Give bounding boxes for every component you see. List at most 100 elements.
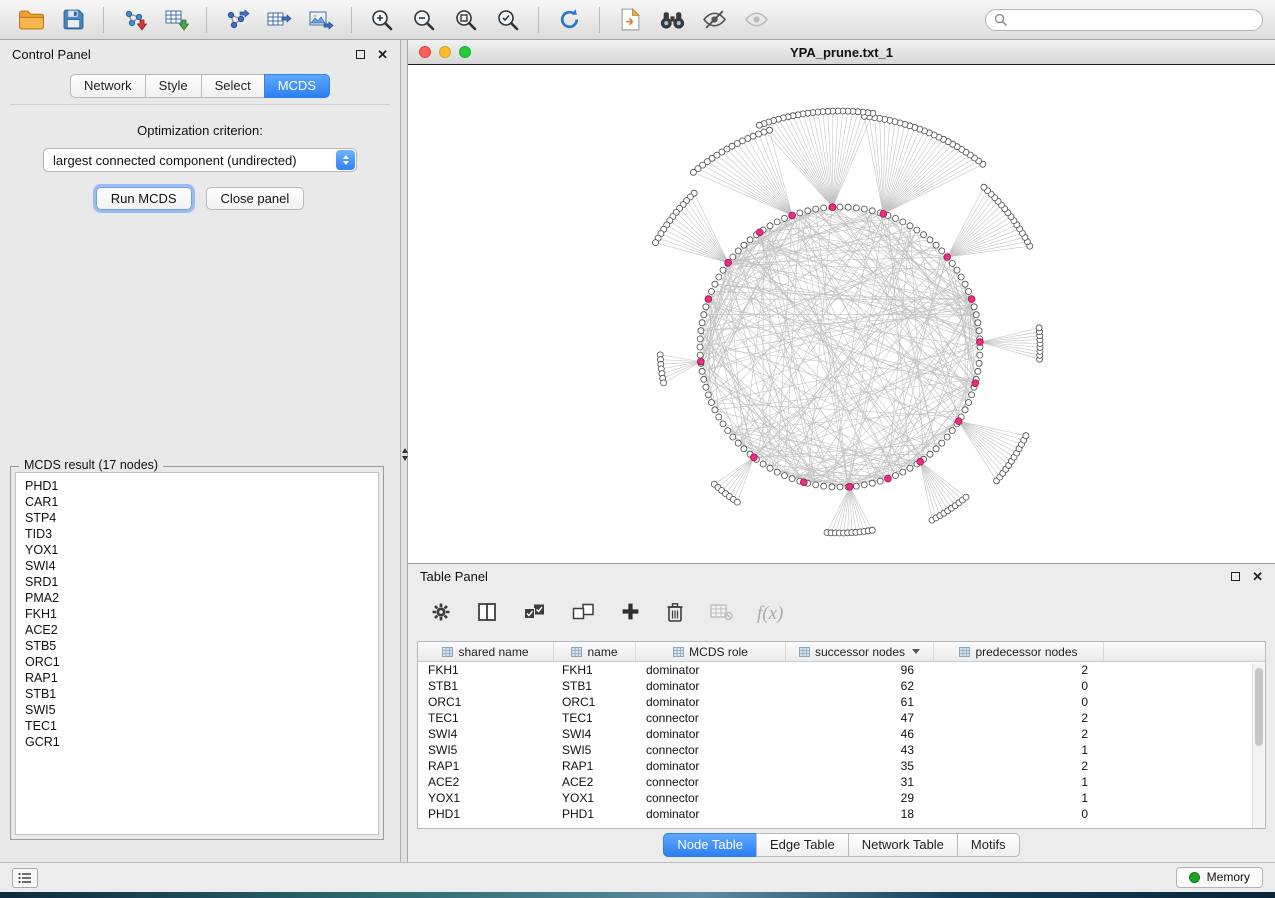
- mcds-network-node[interactable]: [829, 204, 836, 211]
- export-network-button[interactable]: [218, 4, 256, 36]
- table-cell[interactable]: 43: [786, 742, 934, 758]
- table-cell[interactable]: dominator: [636, 758, 786, 774]
- show-hide-button[interactable]: [737, 4, 775, 36]
- run-mcds-button[interactable]: Run MCDS: [96, 187, 192, 210]
- table-cell[interactable]: dominator: [636, 678, 786, 694]
- memory-button[interactable]: Memory: [1176, 867, 1263, 888]
- network-node[interactable]: [829, 484, 835, 490]
- network-node[interactable]: [813, 206, 819, 212]
- network-node[interactable]: [966, 289, 972, 295]
- network-node[interactable]: [976, 360, 982, 366]
- table-cell[interactable]: 47: [786, 710, 934, 726]
- network-node[interactable]: [1036, 325, 1042, 331]
- search-input[interactable]: [1012, 13, 1254, 27]
- tab-network[interactable]: Network: [70, 74, 146, 98]
- network-node[interactable]: [969, 392, 975, 398]
- mcds-result-item[interactable]: SWI4: [25, 558, 378, 574]
- tab-node-table[interactable]: Node Table: [663, 833, 757, 857]
- network-node[interactable]: [708, 289, 714, 295]
- network-node[interactable]: [697, 336, 703, 342]
- table-row[interactable]: YOX1YOX1connector291: [418, 790, 1265, 806]
- network-node[interactable]: [705, 392, 711, 398]
- table-row[interactable]: SWI5SWI5connector431: [418, 742, 1265, 758]
- table-row[interactable]: PHD1PHD1dominator180: [418, 806, 1265, 822]
- tab-style[interactable]: Style: [145, 74, 202, 98]
- float-table-panel-button[interactable]: [1231, 572, 1240, 581]
- table-cell[interactable]: 2: [934, 726, 1104, 742]
- table-cell[interactable]: 62: [786, 678, 934, 694]
- network-node[interactable]: [813, 482, 819, 488]
- zoom-out-button[interactable]: [405, 4, 443, 36]
- network-node[interactable]: [712, 281, 718, 287]
- network-node[interactable]: [716, 274, 722, 280]
- mcds-network-node[interactable]: [885, 475, 892, 482]
- network-node[interactable]: [933, 446, 939, 452]
- network-node[interactable]: [797, 210, 803, 216]
- network-node[interactable]: [821, 205, 827, 211]
- share-document-button[interactable]: [611, 4, 649, 36]
- network-node[interactable]: [853, 205, 859, 211]
- network-node[interactable]: [782, 215, 788, 221]
- table-row[interactable]: ACE2ACE2connector311: [418, 774, 1265, 790]
- mcds-result-item[interactable]: CAR1: [25, 494, 378, 510]
- network-graph[interactable]: [408, 65, 1275, 563]
- splitter-handle-icon[interactable]: [401, 448, 408, 474]
- network-node[interactable]: [697, 352, 703, 358]
- table-cell[interactable]: ORC1: [554, 694, 636, 710]
- network-node[interactable]: [716, 414, 722, 420]
- network-node[interactable]: [893, 473, 899, 479]
- mcds-result-item[interactable]: RAP1: [25, 670, 378, 686]
- network-node[interactable]: [761, 129, 767, 135]
- table-row[interactable]: RAP1RAP1dominator352: [418, 758, 1265, 774]
- mcds-result-item[interactable]: ACE2: [25, 622, 378, 638]
- table-cell[interactable]: 96: [786, 662, 934, 678]
- table-cell[interactable]: STB1: [418, 678, 554, 694]
- network-node[interactable]: [767, 465, 773, 471]
- network-node[interactable]: [735, 440, 741, 446]
- maximize-window-icon[interactable]: [459, 46, 471, 58]
- network-canvas[interactable]: [408, 65, 1275, 563]
- network-node[interactable]: [954, 267, 960, 273]
- tab-network-table[interactable]: Network Table: [848, 833, 958, 857]
- function-builder-button[interactable]: f(x): [757, 603, 783, 625]
- table-cell[interactable]: 0: [934, 806, 1104, 822]
- network-node[interactable]: [760, 461, 766, 467]
- table-cell[interactable]: SWI4: [418, 726, 554, 742]
- tab-mcds[interactable]: MCDS: [264, 74, 330, 98]
- table-cell[interactable]: YOX1: [554, 790, 636, 806]
- table-row[interactable]: FKH1FKH1dominator962: [418, 662, 1265, 678]
- network-node[interactable]: [939, 248, 945, 254]
- network-node[interactable]: [661, 380, 667, 386]
- mcds-result-item[interactable]: STP4: [25, 510, 378, 526]
- column-header-mcds-role[interactable]: MCDS role: [636, 642, 786, 661]
- import-table-button[interactable]: [157, 4, 195, 36]
- zoom-selected-button[interactable]: [489, 4, 527, 36]
- network-node[interactable]: [973, 312, 979, 318]
- table-row[interactable]: SWI4SWI4dominator462: [418, 726, 1265, 742]
- mcds-network-node[interactable]: [705, 296, 712, 303]
- table-cell[interactable]: dominator: [636, 726, 786, 742]
- network-node[interactable]: [900, 469, 906, 475]
- table-cell[interactable]: 61: [786, 694, 934, 710]
- table-cell[interactable]: SWI5: [554, 742, 636, 758]
- table-cell[interactable]: STB1: [554, 678, 636, 694]
- table-cell[interactable]: PHD1: [418, 806, 554, 822]
- network-node[interactable]: [962, 281, 968, 287]
- network-node[interactable]: [756, 122, 762, 128]
- mcds-result-item[interactable]: ORC1: [25, 654, 378, 670]
- network-node[interactable]: [774, 219, 780, 225]
- export-image-button[interactable]: [302, 4, 340, 36]
- network-node[interactable]: [981, 184, 987, 190]
- network-node[interactable]: [971, 304, 977, 310]
- column-header-successor-nodes[interactable]: successor nodes: [786, 642, 934, 661]
- network-node[interactable]: [907, 223, 913, 229]
- table-cell[interactable]: dominator: [636, 694, 786, 710]
- network-node[interactable]: [975, 368, 981, 374]
- network-node[interactable]: [725, 428, 731, 434]
- network-node[interactable]: [975, 320, 981, 326]
- close-panel-button[interactable]: ✕: [377, 50, 388, 59]
- network-node[interactable]: [789, 476, 795, 482]
- table-cell[interactable]: dominator: [636, 806, 786, 822]
- network-node[interactable]: [907, 465, 913, 471]
- network-node[interactable]: [747, 237, 753, 243]
